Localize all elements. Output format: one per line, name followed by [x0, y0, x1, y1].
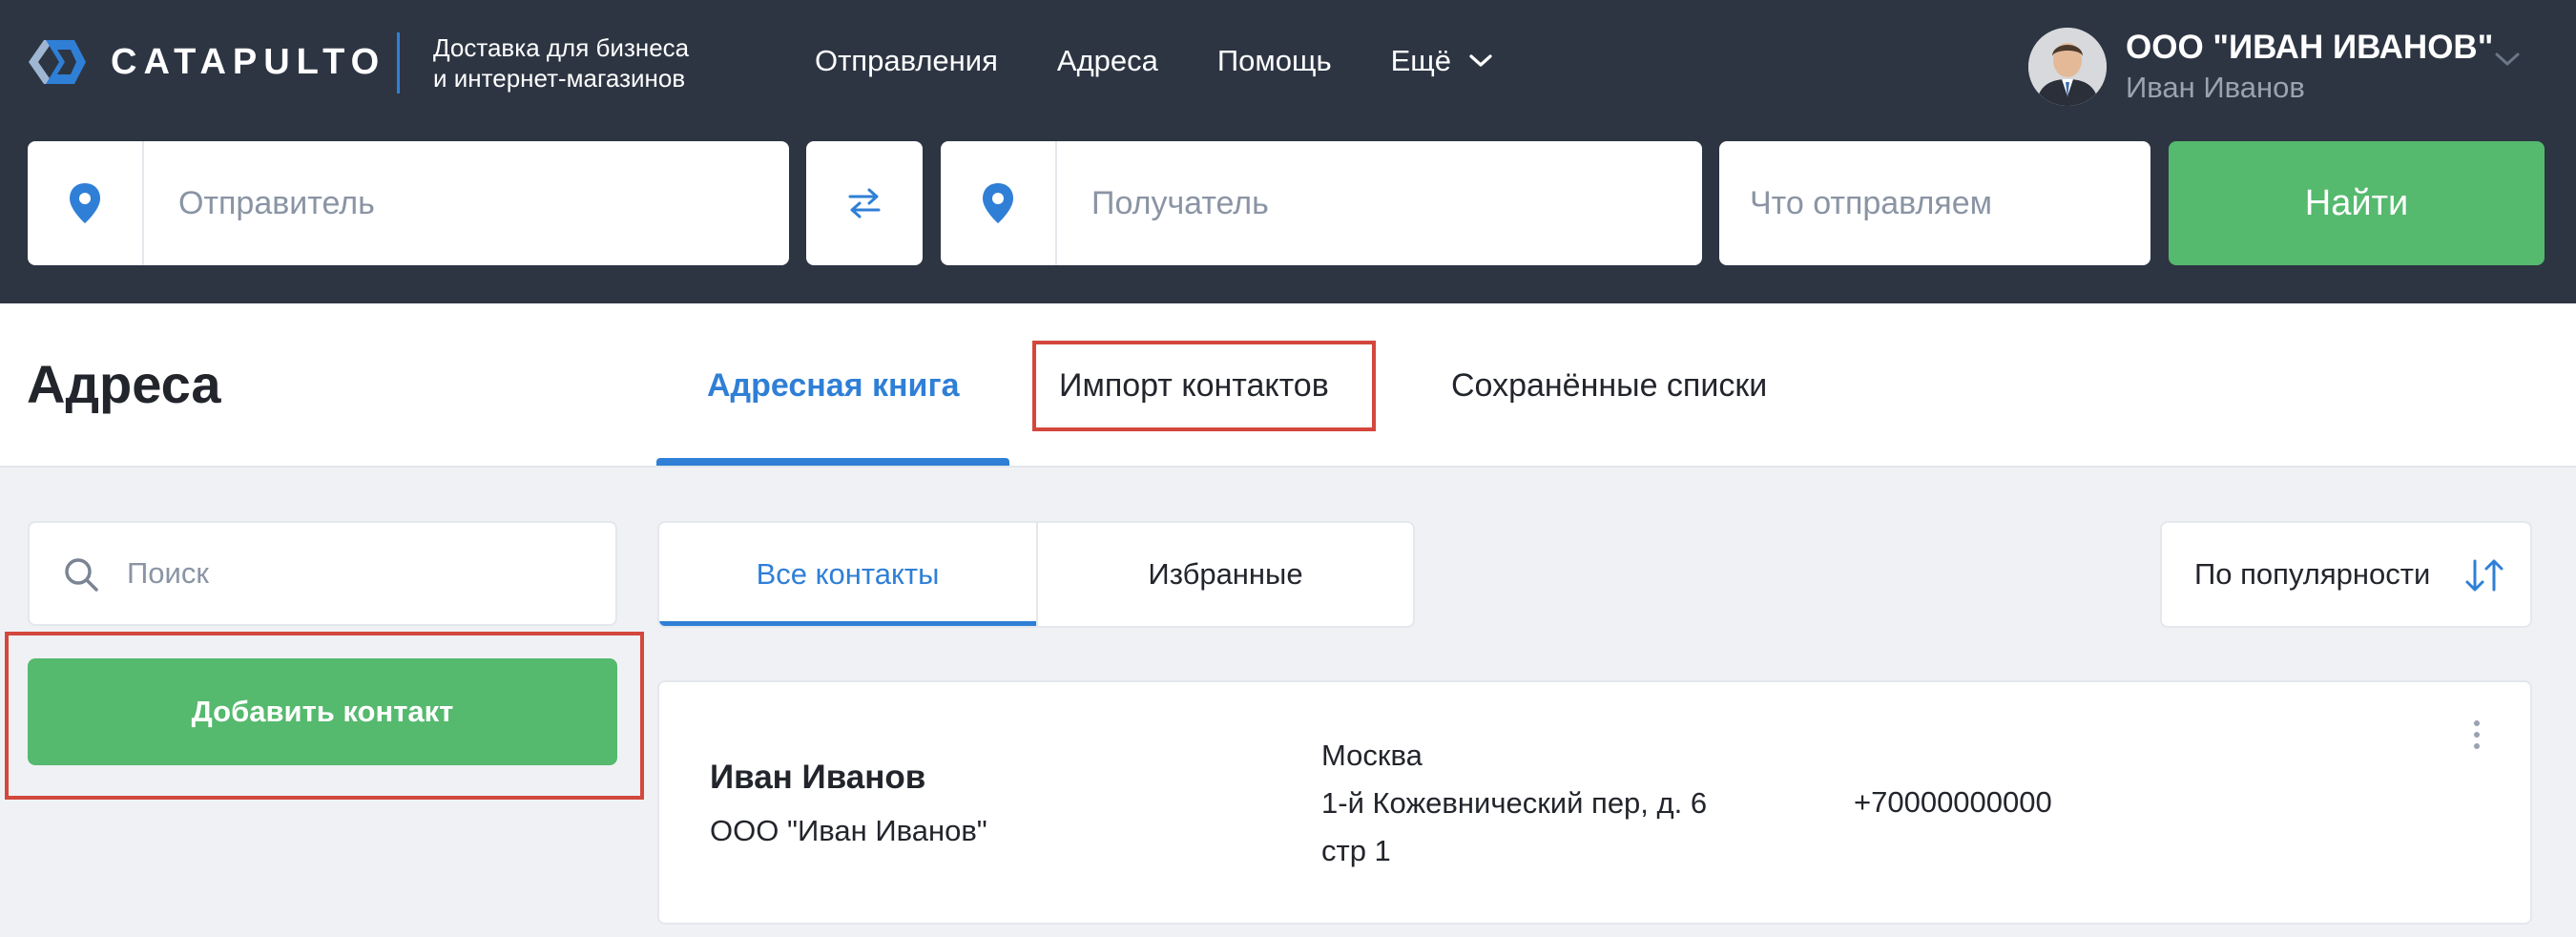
brand-name: CATAPULTO: [111, 42, 386, 82]
filter-all-contacts[interactable]: Все контакты: [659, 523, 1036, 626]
contact-address: Москва 1-й Кожевнический пер, д. 6 стр 1: [1321, 732, 1707, 875]
nav-more-label: Ещё: [1390, 44, 1452, 77]
contact-company: ООО "Иван Иванов": [710, 814, 987, 847]
sort-arrows-icon: [2465, 559, 2503, 592]
user-menu[interactable]: ООО "ИВАН ИВАНОВ" Иван Иванов: [2028, 27, 2493, 107]
logo-divider: [397, 32, 400, 94]
address-line: Москва: [1321, 739, 1423, 772]
nav-item-shipments[interactable]: Отправления: [815, 40, 998, 82]
chevron-down-icon: [1469, 54, 1492, 67]
highlight-box-import: [1032, 341, 1376, 431]
address-line: 1-й Кожевнический пер, д. 6: [1321, 786, 1708, 820]
user-company: ООО "ИВАН ИВАНОВ": [2126, 29, 2494, 66]
nav-item-help[interactable]: Помощь: [1217, 40, 1332, 82]
location-pin-icon: [70, 183, 100, 223]
swap-button[interactable]: [806, 141, 923, 265]
active-tab-indicator: [656, 458, 1009, 466]
receiver-field: [941, 141, 1702, 265]
highlight-box-add-contact: [5, 632, 644, 800]
contact-name: Иван Иванов: [710, 759, 926, 796]
sort-label: По популярности: [2194, 557, 2431, 591]
search-icon: [65, 558, 98, 592]
contacts-filter: Все контакты Избранные: [657, 521, 1415, 628]
brand-tagline: Доставка для бизнеса и интернет-магазино…: [433, 32, 689, 94]
find-button[interactable]: Найти: [2169, 141, 2545, 265]
user-name: Иван Иванов: [2126, 71, 2305, 104]
sender-input[interactable]: [178, 141, 770, 265]
nav-item-more[interactable]: Ещё: [1391, 40, 1493, 82]
user-chevron-down-icon[interactable]: [2494, 52, 2521, 69]
cargo-field: [1719, 141, 2150, 265]
page-title: Адреса: [27, 354, 221, 414]
sender-field: [28, 141, 789, 265]
avatar: [2028, 28, 2107, 106]
tagline-line-1: Доставка для бизнеса: [433, 33, 690, 62]
contact-card[interactable]: Иван Иванов ООО "Иван Иванов" Москва 1-й…: [657, 680, 2532, 925]
contact-search: [28, 521, 617, 626]
top-header: CATAPULTO Доставка для бизнеса и интерне…: [0, 0, 2576, 303]
cargo-input[interactable]: [1750, 141, 2131, 265]
search-input[interactable]: [127, 523, 600, 624]
sort-dropdown[interactable]: По популярности: [2160, 521, 2532, 628]
more-vertical-icon[interactable]: [2470, 718, 2483, 751]
address-line: стр 1: [1321, 834, 1391, 867]
tab-saved-lists[interactable]: Сохранённые списки: [1451, 363, 1767, 408]
brand-logo[interactable]: CATAPULTO: [25, 34, 385, 90]
receiver-input[interactable]: [1091, 141, 1683, 265]
filter-favorites[interactable]: Избранные: [1036, 523, 1413, 626]
catapulto-logo-icon: [29, 40, 86, 84]
tagline-line-2: и интернет-магазинов: [433, 64, 686, 93]
tab-address-book[interactable]: Адресная книга: [707, 363, 960, 408]
nav-item-addresses[interactable]: Адреса: [1057, 40, 1158, 82]
main-nav: Отправления Адреса Помощь Ещё: [815, 40, 1552, 82]
location-pin-icon: [983, 183, 1013, 223]
contact-phone: +70000000000: [1854, 785, 2052, 819]
swap-arrows-icon: [848, 188, 881, 219]
